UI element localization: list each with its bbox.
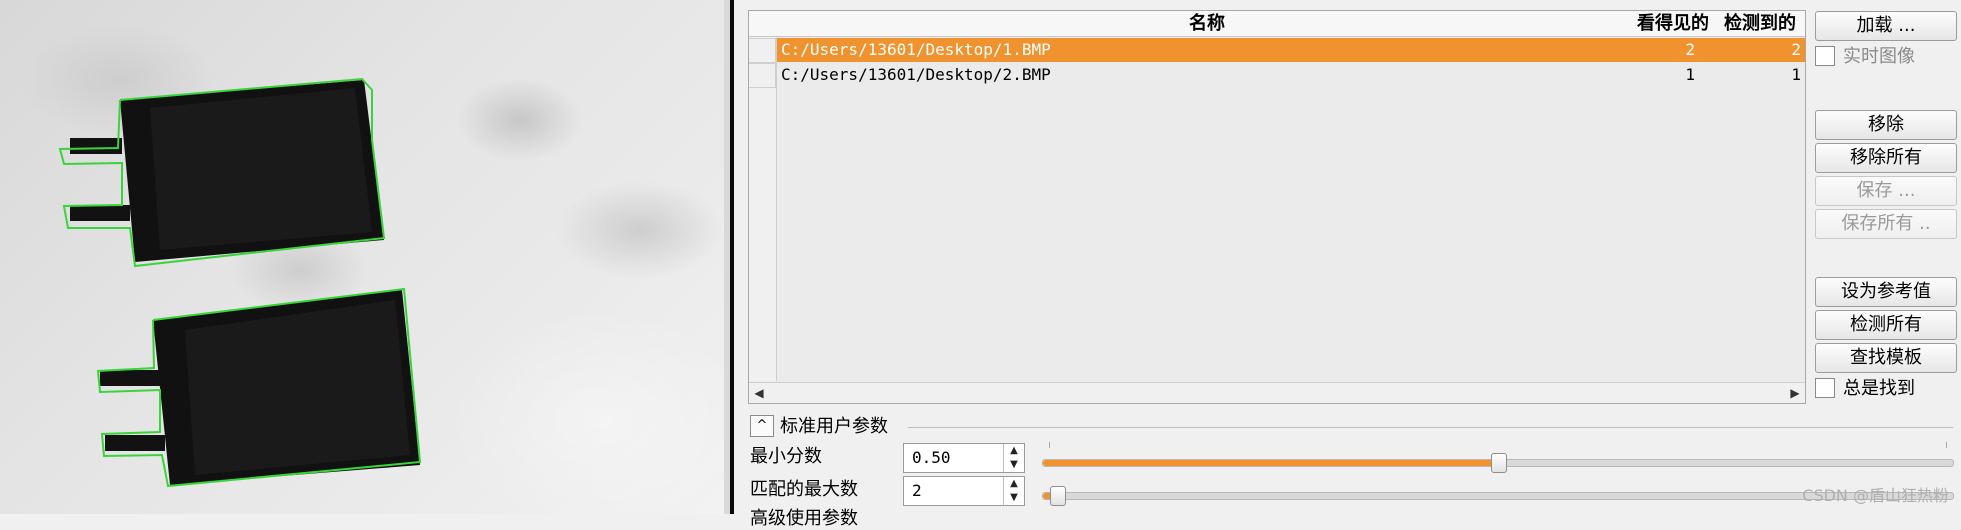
max-matches-label: 匹配的最大数 bbox=[750, 479, 858, 500]
collapse-icon[interactable]: ^ bbox=[750, 414, 774, 437]
max-matches-spinbox[interactable]: 2 ▲ ▼ bbox=[903, 476, 1025, 506]
find-model-button[interactable]: 查找模板 bbox=[1815, 343, 1957, 373]
section-title: 标准用户参数 bbox=[780, 416, 888, 437]
save-button[interactable]: 保存 ... bbox=[1815, 176, 1957, 206]
table-row[interactable]: C:/Users/13601/Desktop/1.BMP 2 2 bbox=[749, 38, 1805, 63]
table-row[interactable]: C:/Users/13601/Desktop/2.BMP 1 1 bbox=[749, 63, 1805, 88]
row-detected: 1 bbox=[1791, 65, 1801, 84]
min-score-slider[interactable] bbox=[1042, 453, 1954, 473]
live-image-label: 实时图像 bbox=[1843, 46, 1915, 67]
min-score-value: 0.50 bbox=[912, 448, 951, 467]
remove-all-button[interactable]: 移除所有 bbox=[1815, 143, 1957, 173]
row-handle[interactable] bbox=[749, 63, 776, 88]
set-reference-button[interactable]: 设为参考值 bbox=[1815, 277, 1957, 307]
row-gutter bbox=[749, 37, 777, 381]
min-score-label: 最小分数 bbox=[750, 446, 822, 467]
battery-2 bbox=[96, 287, 422, 488]
slider-handle[interactable] bbox=[1491, 453, 1507, 473]
save-all-button[interactable]: 保存所有 .. bbox=[1815, 209, 1957, 239]
section-divider bbox=[908, 427, 1953, 428]
column-visible[interactable]: 看得见的 bbox=[1631, 11, 1715, 36]
slider-ticks bbox=[1049, 442, 1947, 448]
row-visible: 1 bbox=[1685, 65, 1695, 84]
battery-image bbox=[58, 77, 422, 488]
detect-all-button[interactable]: 检测所有 bbox=[1815, 310, 1957, 340]
row-name: C:/Users/13601/Desktop/2.BMP bbox=[781, 65, 1051, 84]
row-visible: 2 bbox=[1685, 40, 1695, 59]
row-name: C:/Users/13601/Desktop/1.BMP bbox=[781, 40, 1051, 59]
watermark: CSDN @盾山狂热粉 bbox=[1802, 486, 1949, 505]
image-viewer[interactable] bbox=[0, 0, 724, 514]
row-handle[interactable] bbox=[749, 38, 776, 63]
scroll-right-icon[interactable]: ▶ bbox=[1785, 383, 1805, 403]
column-name[interactable]: 名称 bbox=[777, 11, 1637, 36]
checkbox-icon[interactable] bbox=[1815, 45, 1835, 66]
scroll-left-icon[interactable]: ◀ bbox=[749, 383, 769, 403]
row-detected: 2 bbox=[1791, 40, 1801, 59]
spin-arrows-icon[interactable]: ▲ ▼ bbox=[1003, 444, 1024, 472]
remove-button[interactable]: 移除 bbox=[1815, 110, 1957, 140]
slider-handle[interactable] bbox=[1050, 486, 1066, 506]
min-score-spinbox[interactable]: 0.50 ▲ ▼ bbox=[903, 443, 1025, 473]
table-header: 名称 看得见的 检测到的 bbox=[749, 11, 1805, 37]
live-image-checkbox[interactable]: 实时图像 bbox=[1815, 44, 1915, 70]
always-find-checkbox[interactable]: 总是找到 bbox=[1815, 376, 1915, 402]
slider-fill bbox=[1043, 460, 1498, 466]
battery-1 bbox=[58, 77, 386, 268]
standard-params-header[interactable]: ^ 标准用户参数 bbox=[750, 414, 888, 440]
always-find-label: 总是找到 bbox=[1843, 378, 1915, 399]
checkbox-icon[interactable] bbox=[1815, 377, 1835, 398]
horizontal-scrollbar[interactable]: ◀ ▶ bbox=[749, 382, 1805, 403]
advanced-params-header[interactable]: 高级使用参数 bbox=[750, 504, 858, 530]
column-detected[interactable]: 检测到的 bbox=[1717, 11, 1803, 36]
splitter-edge bbox=[730, 0, 734, 514]
image-table[interactable]: 名称 看得见的 检测到的 C:/Users/13601/Desktop/1.BM… bbox=[748, 10, 1806, 404]
spin-arrows-icon[interactable]: ▲ ▼ bbox=[1003, 477, 1024, 505]
load-button[interactable]: 加载 ... bbox=[1815, 11, 1957, 41]
max-matches-value: 2 bbox=[912, 481, 922, 500]
